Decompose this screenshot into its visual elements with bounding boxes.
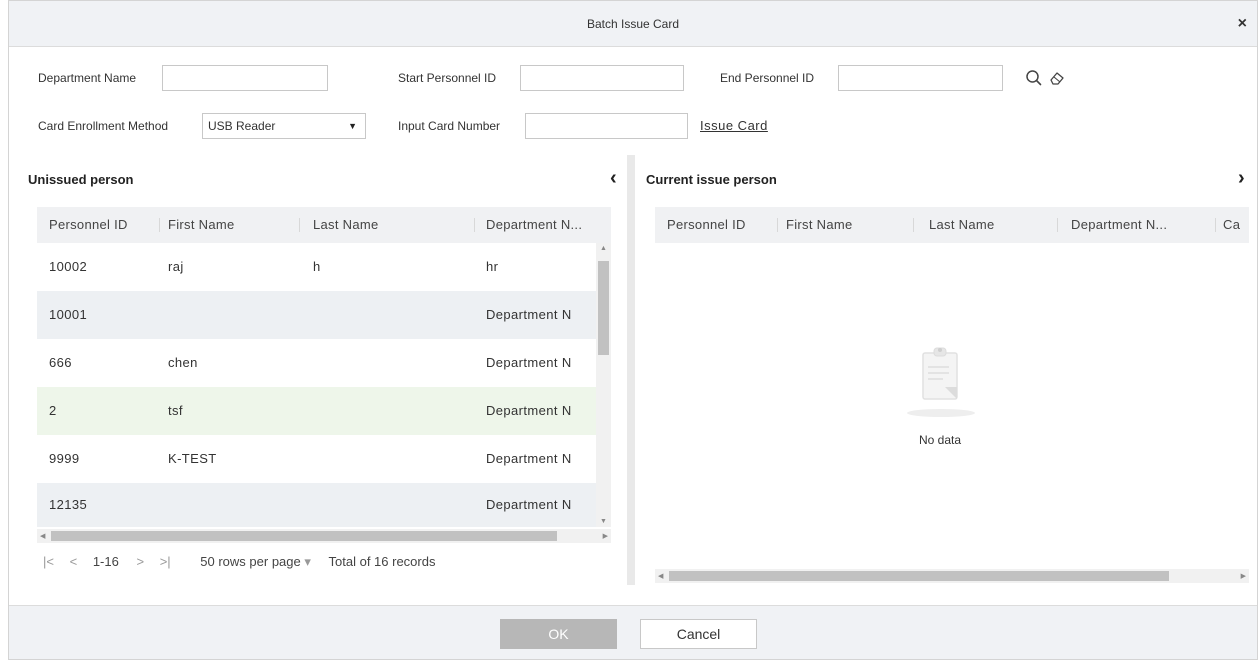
table-row[interactable]: 2 tsf Department N	[37, 387, 597, 435]
column-divider	[1057, 218, 1058, 232]
column-last-name[interactable]: Last Name	[929, 207, 995, 243]
column-divider	[777, 218, 778, 232]
cell-first-name: chen	[168, 355, 198, 370]
column-divider	[299, 218, 300, 232]
table-row[interactable]: 10002 raj h hr	[37, 243, 597, 291]
rows-per-page-select[interactable]: 50 rows per page ▾	[200, 554, 311, 569]
column-divider	[159, 218, 160, 232]
scroll-right-arrow-icon[interactable]: ▶	[603, 532, 608, 540]
first-page-button[interactable]: |<	[43, 554, 54, 569]
unissued-person-title: Unissued person	[28, 172, 134, 187]
cell-personnel-id: 9999	[49, 451, 80, 466]
scroll-down-arrow-icon[interactable]: ▼	[600, 518, 607, 525]
column-divider	[474, 218, 475, 232]
eraser-icon[interactable]	[1046, 67, 1068, 89]
start-personnel-id-input[interactable]	[520, 65, 684, 91]
cell-personnel-id: 2	[49, 403, 57, 418]
issue-card-link[interactable]: Issue Card	[700, 113, 768, 139]
card-enrollment-method-label: Card Enrollment Method	[38, 119, 169, 133]
cell-personnel-id: 10002	[49, 259, 88, 274]
scroll-left-arrow-icon[interactable]: ◀	[40, 532, 45, 540]
cell-department-name: hr	[486, 259, 499, 274]
page-range: 1-16	[92, 554, 119, 569]
column-divider	[1215, 218, 1216, 232]
prev-page-button[interactable]: <	[70, 554, 78, 569]
unissued-table-header: Personnel ID First Name Last Name Depart…	[37, 207, 611, 243]
ok-button[interactable]: OK	[500, 619, 617, 649]
close-icon[interactable]: ×	[1238, 1, 1247, 47]
cell-personnel-id: 10001	[49, 307, 88, 322]
last-page-button[interactable]: >|	[160, 554, 171, 569]
scrollbar-thumb[interactable]	[598, 261, 609, 355]
scroll-right-arrow-icon[interactable]: ▶	[1241, 572, 1246, 580]
horizontal-scrollbar[interactable]: ◀ ▶	[37, 529, 611, 543]
end-personnel-id-input[interactable]	[838, 65, 1003, 91]
rows-per-page-value: 50 rows per page	[200, 554, 301, 569]
scrollbar-thumb[interactable]	[51, 531, 557, 541]
cell-department-name: Department N	[486, 451, 572, 466]
dialog-footer: OK Cancel	[9, 605, 1257, 659]
cell-personnel-id: 12135	[49, 497, 88, 512]
rows-per-page-caret-icon: ▾	[304, 554, 311, 569]
column-personnel-id[interactable]: Personnel ID	[667, 207, 746, 243]
current-issue-person-title: Current issue person	[646, 172, 777, 187]
cell-first-name: K-TEST	[168, 451, 217, 466]
department-name-input[interactable]	[162, 65, 328, 91]
end-personnel-id-label: End Personnel ID	[720, 71, 815, 85]
scroll-left-arrow-icon[interactable]: ◀	[658, 572, 663, 580]
cell-department-name: Department N	[486, 403, 572, 418]
clipboard-icon	[901, 341, 981, 421]
cell-department-name: Department N	[486, 497, 572, 512]
department-name-label: Department Name	[38, 71, 137, 85]
input-card-number-field[interactable]	[525, 113, 688, 139]
cell-department-name: Department N	[486, 307, 572, 322]
chevron-right-icon[interactable]: ›	[1238, 167, 1245, 190]
card-enrollment-method-select[interactable]: USB Reader ▼	[202, 113, 366, 139]
card-enrollment-method-value: USB Reader	[208, 119, 276, 133]
pagination: |< < 1-16 > >| 50 rows per page ▾ Total …	[43, 552, 435, 572]
scroll-up-arrow-icon[interactable]: ▲	[600, 245, 607, 252]
dialog-title: Batch Issue Card	[586, 17, 680, 31]
column-first-name[interactable]: First Name	[786, 207, 853, 243]
table-row[interactable]: 666 chen Department N	[37, 339, 597, 387]
column-divider	[913, 218, 914, 232]
cell-first-name: raj	[168, 259, 184, 274]
cell-last-name: h	[313, 259, 321, 274]
search-icon[interactable]	[1023, 67, 1045, 89]
cell-department-name: Department N	[486, 355, 572, 370]
cell-personnel-id: 666	[49, 355, 72, 370]
batch-issue-card-dialog: Batch Issue Card × Department Name Start…	[8, 0, 1258, 660]
cell-first-name: tsf	[168, 403, 183, 418]
column-department-name[interactable]: Department N...	[486, 207, 582, 243]
dropdown-caret-icon: ▼	[348, 121, 357, 131]
no-data-text: No data	[919, 433, 962, 447]
table-row[interactable]: 9999 K-TEST Department N	[37, 435, 597, 483]
input-card-number-label: Input Card Number	[398, 119, 501, 133]
column-personnel-id[interactable]: Personnel ID	[49, 207, 128, 243]
column-first-name[interactable]: First Name	[168, 207, 235, 243]
column-department-name[interactable]: Department N...	[1071, 207, 1167, 243]
next-page-button[interactable]: >	[136, 554, 144, 569]
start-personnel-id-label: Start Personnel ID	[398, 71, 497, 85]
column-card[interactable]: Ca	[1223, 207, 1240, 243]
scrollbar-thumb[interactable]	[669, 571, 1169, 581]
current-issue-table-header: Personnel ID First Name Last Name Depart…	[655, 207, 1249, 243]
cancel-button[interactable]: Cancel	[640, 619, 757, 649]
dialog-titlebar: Batch Issue Card ×	[9, 1, 1257, 47]
horizontal-scrollbar[interactable]: ◀ ▶	[655, 569, 1249, 583]
total-records: Total of 16 records	[328, 554, 436, 569]
column-last-name[interactable]: Last Name	[313, 207, 379, 243]
chevron-left-icon[interactable]: ‹	[610, 167, 617, 190]
vertical-scrollbar[interactable]: ▲ ▼	[596, 243, 611, 527]
table-row[interactable]: 12135 Department N	[37, 483, 597, 527]
panel-divider	[627, 155, 635, 585]
table-row[interactable]: 10001 Department N	[37, 291, 597, 339]
